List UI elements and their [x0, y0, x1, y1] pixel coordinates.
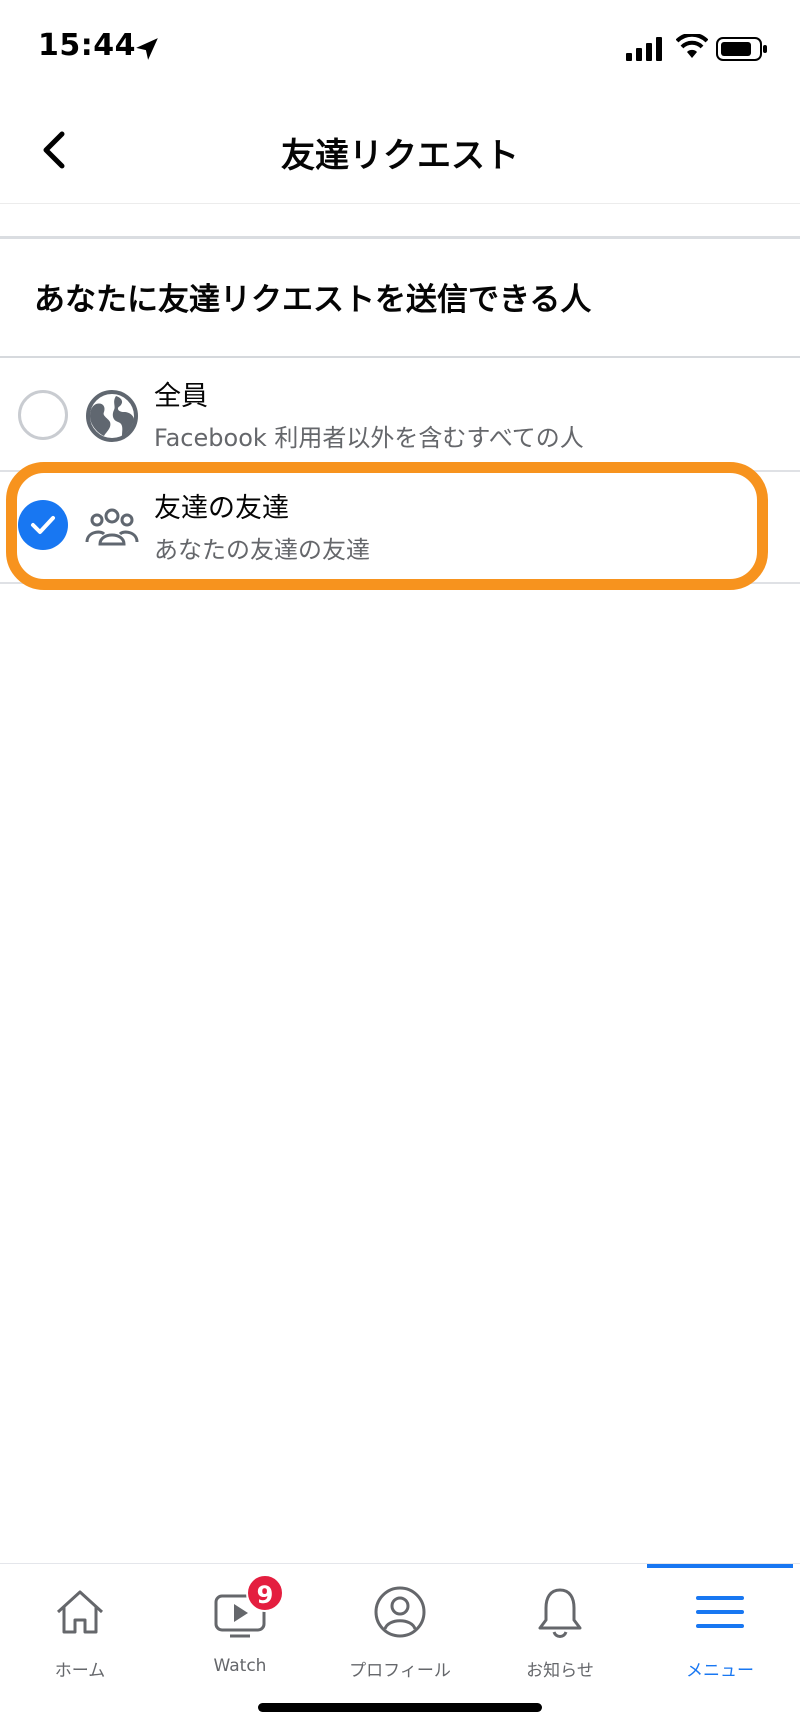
option-everyone[interactable]: 全員 Facebook 利用者以外を含むすべての人 — [0, 358, 800, 470]
option-subtitle: Facebook 利用者以外を含むすべての人 — [154, 424, 584, 452]
tab-label: メニュー — [686, 1661, 754, 1681]
status-bar: 15:44 — [0, 0, 800, 100]
bottom-tab-bar: ホーム 9 Watch プロフィール お知らせ メニュー — [0, 1563, 800, 1730]
tab-menu[interactable]: メニュー — [640, 1564, 800, 1704]
wifi-icon — [676, 34, 708, 58]
battery-icon — [716, 37, 767, 61]
tab-home[interactable]: ホーム — [0, 1564, 160, 1704]
location-arrow-icon — [136, 38, 158, 60]
tab-watch[interactable]: 9 Watch — [160, 1564, 320, 1704]
page-title: 友達リクエスト — [281, 136, 519, 176]
tab-label: ホーム — [54, 1661, 106, 1681]
home-icon — [56, 1590, 104, 1634]
status-time: 15:44 — [38, 28, 136, 63]
tab-label: Watch — [213, 1656, 267, 1676]
section-heading: あなたに友達リクエストを送信できる人 — [34, 282, 592, 318]
cellular-signal-icon — [626, 37, 662, 61]
profile-icon — [374, 1586, 426, 1638]
notification-badge: 9 — [246, 1574, 284, 1612]
highlight-annotation — [6, 462, 768, 590]
menu-icon — [696, 1596, 744, 1628]
tab-label: プロフィール — [349, 1661, 451, 1681]
bell-icon — [538, 1588, 582, 1638]
tab-label: お知らせ — [526, 1661, 594, 1681]
option-title: 全員 — [154, 381, 208, 412]
radio-unchecked[interactable] — [18, 390, 68, 440]
globe-icon — [86, 390, 138, 442]
section-divider — [0, 236, 800, 239]
nav-header: 友達リクエスト — [0, 100, 800, 204]
tab-notifications[interactable]: お知らせ — [480, 1564, 640, 1704]
tab-profile[interactable]: プロフィール — [320, 1564, 480, 1704]
home-indicator — [258, 1703, 542, 1712]
